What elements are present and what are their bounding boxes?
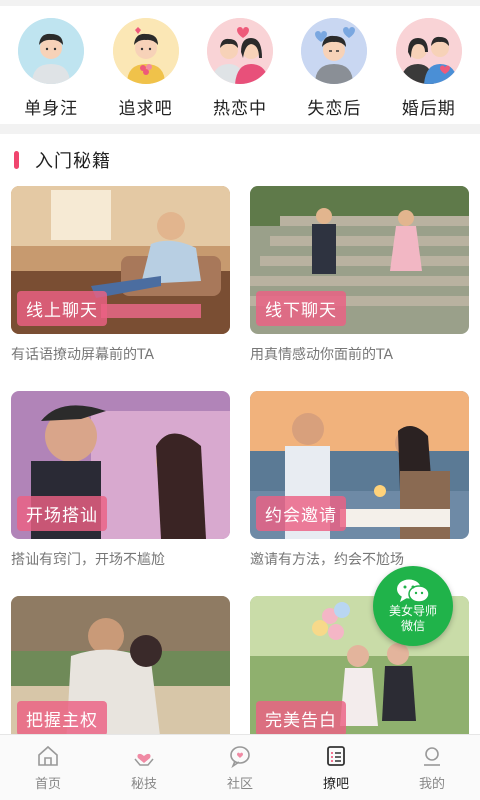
nav-label: 撩吧 xyxy=(322,776,349,792)
list-icon xyxy=(327,745,345,766)
card-description: 邀请有方法，约会不尬场 xyxy=(250,552,404,568)
card-image: 把握主权 xyxy=(11,596,230,744)
card-image: 约会邀请 xyxy=(250,391,469,539)
stage-selector: 单身汪 追求吧 热恋中 失恋后 婚后期 xyxy=(0,6,480,124)
card-tag: 线下聊天 xyxy=(256,291,346,326)
card-tag: 线上聊天 xyxy=(17,291,107,326)
stage-label-in-love: 热恋中 xyxy=(212,99,267,119)
mentor-label: 美女导师 xyxy=(388,604,437,618)
tip-card-date-invitation[interactable]: 约会邀请 邀请有方法，约会不尬场 xyxy=(250,391,469,569)
card-tag: 完美告白 xyxy=(256,701,346,736)
stage-item-married[interactable]: 婚后期 xyxy=(383,18,475,124)
card-tag: 开场搭讪 xyxy=(17,496,107,531)
heartbroken-avatar-icon xyxy=(301,18,368,84)
stage-item-single[interactable]: 单身汪 xyxy=(5,18,97,124)
card-description: 有话语撩动屏幕前的TA xyxy=(11,347,155,363)
section-header: 入门秘籍 xyxy=(0,134,480,186)
single-man-avatar-icon xyxy=(18,18,85,84)
in-love-couple-icon xyxy=(206,18,273,84)
married-couple-icon xyxy=(395,18,462,84)
nav-item-community[interactable]: 社区 xyxy=(192,735,288,800)
pursuing-avatar-icon xyxy=(112,18,179,84)
stage-label-heartbroken: 失恋后 xyxy=(307,99,362,119)
nav-label: 首页 xyxy=(34,776,61,792)
section-divider xyxy=(0,124,480,134)
heart-hands-icon xyxy=(134,753,154,766)
home-icon xyxy=(38,745,58,766)
nav-label: 秘技 xyxy=(130,776,157,792)
nav-label: 社区 xyxy=(226,776,253,792)
tip-card-offline-chat[interactable]: 线下聊天 用真情感动你面前的TA xyxy=(250,186,469,364)
tips-grid: 线上聊天 有话语撩动屏幕前的TA 线下聊天 用真情感动你面前的TA 开场搭讪 搭… xyxy=(0,186,480,746)
tip-card-take-control[interactable]: 把握主权 xyxy=(11,596,230,744)
tip-card-online-chat[interactable]: 线上聊天 有话语撩动屏幕前的TA xyxy=(11,186,230,364)
mentor-wechat-button[interactable]: 美女导师 微信 xyxy=(373,566,453,646)
stage-item-pursuing[interactable]: 追求吧 xyxy=(100,18,192,124)
section-accent-bar xyxy=(14,151,19,169)
wechat-icon xyxy=(397,579,430,603)
nav-item-tips[interactable]: 秘技 xyxy=(96,735,192,800)
nav-item-home[interactable]: 首页 xyxy=(0,735,96,800)
chat-heart-icon xyxy=(230,745,250,768)
stage-label-single: 单身汪 xyxy=(24,99,79,119)
card-image: 线下聊天 xyxy=(250,186,469,334)
bottom-navigation: 首页 秘技 社区 撩吧 我的 xyxy=(0,734,480,800)
card-tag: 把握主权 xyxy=(17,701,107,736)
card-description: 搭讪有窍门，开场不尴尬 xyxy=(11,552,165,568)
nav-item-profile[interactable]: 我的 xyxy=(384,735,480,800)
card-description: 用真情感动你面前的TA xyxy=(250,347,394,363)
stage-label-married: 婚后期 xyxy=(401,99,456,119)
stage-item-heartbroken[interactable]: 失恋后 xyxy=(288,18,380,124)
nav-item-liao[interactable]: 撩吧 xyxy=(288,735,384,800)
card-image: 开场搭讪 xyxy=(11,391,230,539)
profile-icon xyxy=(424,746,440,766)
tip-card-opening-approach[interactable]: 开场搭讪 搭讪有窍门，开场不尴尬 xyxy=(11,391,230,569)
card-image: 线上聊天 xyxy=(11,186,230,334)
stage-label-pursuing: 追求吧 xyxy=(118,99,173,119)
wechat-label: 微信 xyxy=(400,619,425,633)
nav-label: 我的 xyxy=(418,776,445,792)
section-title: 入门秘籍 xyxy=(35,151,111,172)
card-tag: 约会邀请 xyxy=(256,496,346,531)
app-screen: 单身汪 追求吧 热恋中 失恋后 婚后期 入门秘籍 线上聊天 有话语撩动屏幕前的T… xyxy=(0,0,480,800)
stage-item-in-love[interactable]: 热恋中 xyxy=(194,18,286,124)
